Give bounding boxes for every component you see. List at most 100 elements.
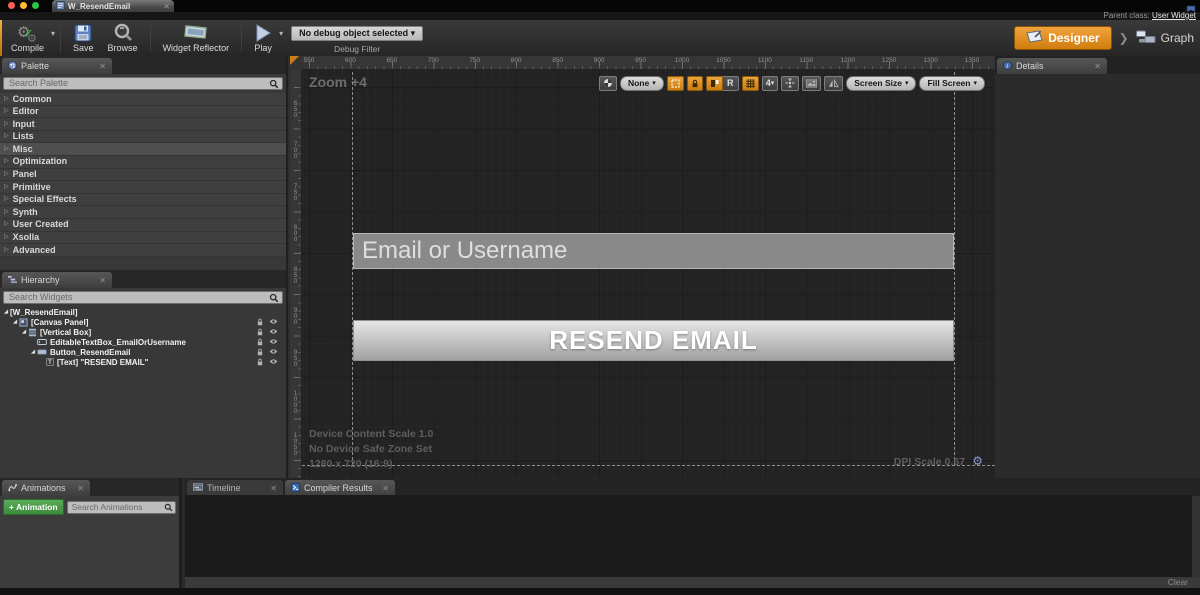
close-window-button[interactable]	[8, 2, 15, 9]
lock-icon[interactable]	[256, 358, 264, 368]
palette-category-misc[interactable]: ▷Misc	[0, 143, 286, 156]
palette-category-label: Panel	[13, 168, 37, 181]
play-options-caret-icon[interactable]: ▾	[279, 29, 283, 38]
tab-details[interactable]: i Details ✕	[997, 58, 1107, 74]
hierarchy-row[interactable]: EditableTextBox_EmailOrUsername	[0, 337, 286, 347]
anchor-icon[interactable]	[781, 76, 799, 91]
tree-expander-icon[interactable]: ◢	[29, 349, 37, 355]
fill-screen-label: Fill Screen	[927, 78, 970, 88]
palette-search-input[interactable]: Search Palette	[3, 77, 283, 90]
animations-search-input[interactable]: Search Animations	[67, 501, 176, 514]
palette-category-label: Synth	[13, 206, 38, 219]
expander-icon[interactable]: ▷	[4, 231, 9, 244]
screen-size-dropdown[interactable]: Screen Size ▾	[846, 76, 916, 91]
eye-icon[interactable]	[269, 358, 278, 368]
palette-category-input[interactable]: ▷Input	[0, 118, 286, 131]
ruler-tick-label: 1150	[799, 57, 813, 64]
tab-hierarchy[interactable]: Hierarchy ✕	[2, 272, 112, 288]
preview-flag-icon[interactable]	[599, 76, 617, 91]
tab-palette[interactable]: Palette ✕	[2, 58, 112, 74]
snap-lock-icon[interactable]	[687, 76, 703, 91]
widget-bounds-bottom-guide	[302, 465, 995, 466]
expander-icon[interactable]: ▷	[4, 130, 9, 143]
outline-toggle-icon[interactable]	[667, 76, 684, 91]
hierarchy-row[interactable]: ◢Button_ResendEmail	[0, 347, 286, 357]
preview-editable-textbox[interactable]: Email or Username	[353, 233, 954, 269]
preview-image-icon[interactable]	[802, 76, 821, 91]
asset-tab[interactable]: W_ResendEmail ✕	[52, 0, 174, 12]
hierarchy-row[interactable]: ◢[Vertical Box]	[0, 327, 286, 337]
browse-button[interactable]: Browse	[101, 20, 145, 56]
details-title: Details	[1016, 61, 1044, 71]
tab-animations[interactable]: Animations ✕	[2, 480, 90, 496]
vertical-ruler: 6 5 07 0 07 5 08 0 08 5 09 0 09 5 01 0 0…	[290, 70, 302, 478]
graph-mode-button[interactable]: Graph	[1136, 30, 1194, 47]
tab-compiler-results[interactable]: Compiler Results ✕	[285, 480, 395, 496]
palette-category-lists[interactable]: ▷Lists	[0, 131, 286, 144]
palette-category-special-effects[interactable]: ▷Special Effects	[0, 194, 286, 207]
compile-button[interactable]: ⚙⚙✓ Compile	[4, 20, 51, 56]
preview-background-dropdown[interactable]: None ▾	[620, 76, 664, 91]
close-details-icon[interactable]: ✕	[1094, 62, 1101, 71]
palette-category-editor[interactable]: ▷Editor	[0, 106, 286, 119]
designer-mode-button[interactable]: Designer	[1014, 26, 1111, 50]
chevron-down-icon: ▾	[771, 79, 775, 87]
expander-icon[interactable]: ▷	[4, 168, 9, 181]
preview-resend-button[interactable]: RESEND EMAIL	[353, 320, 954, 361]
hierarchy-search-input[interactable]: Search Widgets	[3, 291, 283, 304]
main-area: Palette ✕ Search Palette ▷Common▷Editor▷…	[0, 56, 1200, 478]
palette-category-common[interactable]: ▷Common	[0, 93, 286, 106]
tree-expander-icon[interactable]: ◢	[20, 329, 28, 335]
close-compiler-icon[interactable]: ✕	[382, 484, 389, 493]
expander-icon[interactable]: ▷	[4, 143, 9, 156]
close-animations-icon[interactable]: ✕	[77, 484, 84, 493]
palette-category-user-created[interactable]: ▷User Created	[0, 219, 286, 232]
widget-snap-icon[interactable]	[706, 76, 723, 91]
expander-icon[interactable]: ▷	[4, 193, 9, 206]
expander-icon[interactable]: ▷	[4, 181, 9, 194]
tree-expander-icon[interactable]: ◢	[11, 319, 19, 325]
minimize-window-button[interactable]	[20, 2, 27, 9]
grid-icon[interactable]	[742, 76, 759, 91]
tree-expander-icon[interactable]: ◢	[2, 309, 10, 315]
close-hierarchy-icon[interactable]: ✕	[99, 276, 106, 285]
ruler-tick-label: 7 5 0	[290, 184, 301, 202]
tab-timeline[interactable]: Timeline ✕	[187, 480, 283, 496]
gear-icon[interactable]: ⚙	[972, 454, 983, 468]
grid-size-dropdown[interactable]: 4 ▾	[762, 76, 779, 91]
debug-object-dropdown[interactable]: No debug object selected ▾	[291, 26, 423, 41]
palette-category-primitive[interactable]: ▷Primitive	[0, 181, 286, 194]
compiler-output-log[interactable]	[185, 495, 1192, 577]
palette-category-synth[interactable]: ▷ Synth	[0, 206, 286, 219]
expander-icon[interactable]: ▷	[4, 155, 9, 168]
flip-icon[interactable]	[824, 76, 843, 91]
palette-category-xsolla[interactable]: ▷Xsolla	[0, 232, 286, 245]
expander-icon[interactable]: ▷	[4, 218, 9, 231]
hierarchy-row[interactable]: ◢[Canvas Panel]	[0, 317, 286, 327]
fill-screen-dropdown[interactable]: Fill Screen ▾	[919, 76, 985, 91]
expander-icon[interactable]: ▷	[4, 244, 9, 257]
palette-category-panel[interactable]: ▷ Panel	[0, 169, 286, 182]
close-tab-icon[interactable]: ✕	[163, 2, 170, 11]
rotation-mode-button[interactable]: R	[723, 76, 739, 91]
expander-icon[interactable]: ▷	[4, 105, 9, 118]
close-timeline-icon[interactable]: ✕	[270, 484, 277, 493]
parent-class-link[interactable]: User Widget	[1152, 11, 1196, 20]
close-palette-icon[interactable]: ✕	[99, 62, 106, 71]
expander-icon[interactable]: ▷	[4, 118, 9, 131]
palette-panel: Palette ✕ Search Palette ▷Common▷Editor▷…	[0, 56, 286, 257]
hierarchy-row[interactable]: ◢[W_ResendEmail]	[0, 307, 286, 317]
palette-category-advanced[interactable]: ▷Advanced	[0, 244, 286, 257]
play-button[interactable]: Play	[247, 20, 279, 56]
compile-options-caret-icon[interactable]: ▾	[51, 29, 55, 38]
hierarchy-row[interactable]: T[Text] "RESEND EMAIL"	[0, 357, 286, 367]
zoom-window-button[interactable]	[32, 2, 39, 9]
expander-icon[interactable]: ▷	[4, 206, 9, 219]
palette-category-optimization[interactable]: ▷Optimization	[0, 156, 286, 169]
add-animation-button[interactable]: + Animation	[3, 499, 64, 515]
expander-icon[interactable]: ▷	[4, 93, 9, 106]
save-button[interactable]: Save	[66, 20, 101, 56]
design-canvas[interactable]: Zoom +4 Email or Username RESEND EMAIL D…	[302, 70, 995, 478]
clear-button[interactable]: Clear	[1168, 577, 1188, 587]
widget-reflector-button[interactable]: Widget Reflector	[156, 20, 237, 56]
